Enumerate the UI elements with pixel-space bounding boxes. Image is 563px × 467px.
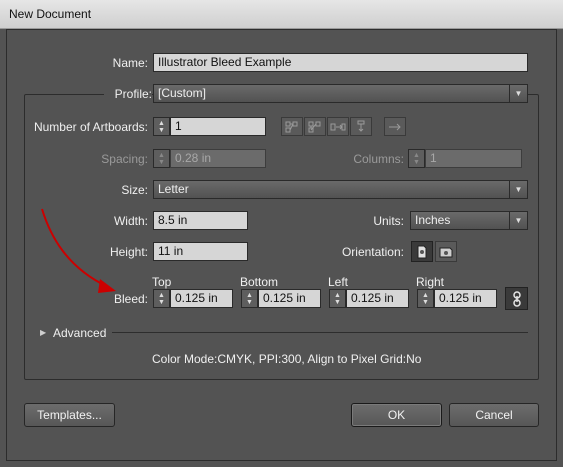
artboards-field[interactable]: 1 [170,117,266,136]
chevron-down-icon: ▼ [509,181,527,198]
artboards-stepper[interactable]: ▲ ▼ [153,117,170,136]
bleed-top-field[interactable]: 0.125 in [170,289,233,308]
profile-value: [Custom] [158,86,207,100]
profile-label: Profile: [104,87,152,101]
spacing-stepper[interactable]: ▲ ▼ [153,149,170,168]
height-field[interactable]: 11 in [153,242,248,261]
cancel-button[interactable]: Cancel [449,403,539,427]
arrange-by-row-icon[interactable] [327,117,349,136]
spacing-label: Spacing: [101,152,148,166]
advanced-divider [112,332,528,333]
landscape-orientation-icon[interactable] [435,241,457,262]
title-bar: New Document [0,0,563,29]
units-value: Inches [415,213,451,227]
chevron-down-icon: ▼ [509,212,527,229]
bleed-bottom-stepper[interactable]: ▲ ▼ [241,289,258,308]
grid-by-row-icon[interactable] [281,117,303,136]
units-select[interactable]: Inches ▼ [410,211,528,230]
columns-label: Columns: [353,152,404,166]
size-label: Size: [121,183,148,197]
orientation-label: Orientation: [341,245,404,259]
width-field[interactable]: 8.5 in [153,211,248,230]
profile-select[interactable]: [Custom] ▼ [153,84,528,103]
advanced-label[interactable]: Advanced [53,326,106,340]
chevron-down-icon: ▼ [509,85,527,102]
bleed-right-stepper[interactable]: ▲ ▼ [417,289,434,308]
bleed-top-label: Top [152,275,172,289]
layout-direction-arrow-icon[interactable] [384,117,406,136]
name-field[interactable]: Illustrator Bleed Example [153,53,528,72]
red-annotation-arrow-icon [41,208,116,293]
arrange-by-column-icon[interactable] [350,117,372,136]
bleed-left-stepper[interactable]: ▲ ▼ [329,289,346,308]
spacing-field[interactable]: 0.28 in [170,149,266,168]
bleed-right-label: Right [416,275,445,289]
grid-by-column-icon[interactable] [304,117,326,136]
link-bleed-icon[interactable] [505,287,528,310]
bleed-left-field[interactable]: 0.125 in [346,289,409,308]
disclosure-triangle-icon[interactable]: ▶ [40,328,46,337]
size-value: Letter [158,182,189,196]
bleed-right-field[interactable]: 0.125 in [434,289,497,308]
columns-stepper[interactable]: ▲ ▼ [408,149,425,168]
artboards-label: Number of Artboards: [33,120,148,134]
units-label: Units: [373,214,404,228]
bleed-top-stepper[interactable]: ▲ ▼ [153,289,170,308]
ok-button[interactable]: OK [351,403,442,427]
document-summary: Color Mode:CMYK, PPI:300, Align to Pixel… [152,352,422,366]
bleed-bottom-field[interactable]: 0.125 in [258,289,321,308]
bleed-bottom-label: Bottom [240,275,279,289]
name-label: Name: [112,56,148,70]
templates-button[interactable]: Templates... [24,403,115,427]
window-title: New Document [9,7,92,21]
columns-field[interactable]: 1 [425,149,522,168]
size-select[interactable]: Letter ▼ [153,180,528,199]
portrait-orientation-icon[interactable] [411,241,433,262]
bleed-left-label: Left [328,275,349,289]
